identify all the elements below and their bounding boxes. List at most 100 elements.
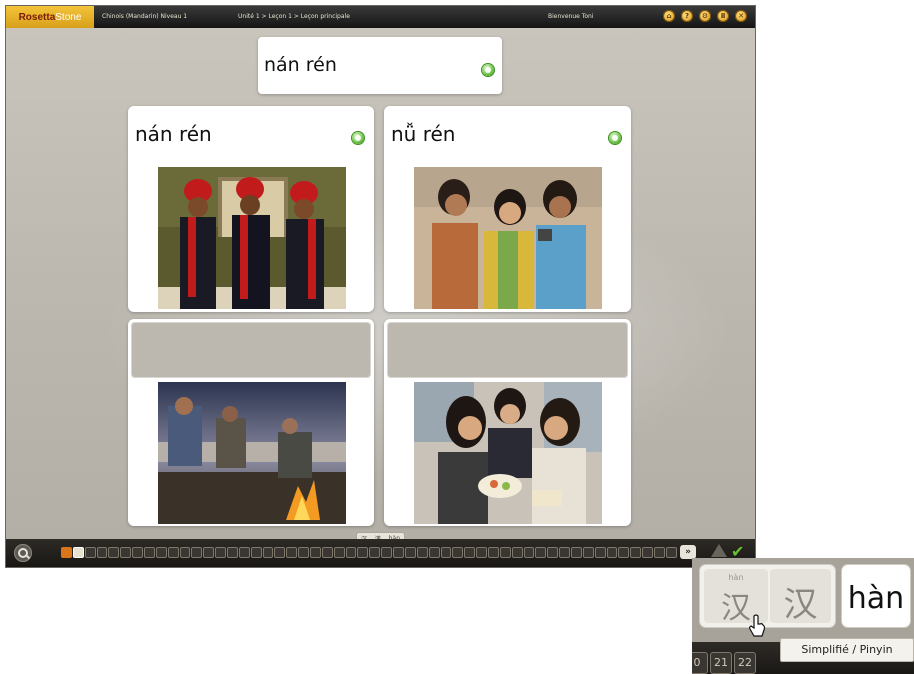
progress-box[interactable]: [476, 547, 487, 558]
blank-label-slot[interactable]: [131, 322, 371, 378]
pinyin-large-label: hàn: [847, 581, 905, 616]
progress-box[interactable]: [487, 547, 499, 558]
progress-box[interactable]: [594, 547, 606, 558]
progress-box[interactable]: [310, 547, 321, 558]
progress-box[interactable]: [333, 547, 345, 558]
zoom-icon[interactable]: [14, 544, 32, 562]
men-around-campfire-photo: [158, 382, 346, 524]
logo-text-stone: Stone: [55, 11, 82, 23]
zoom-inset: 0 21 22 hàn 汉 汉 hàn Simplifié / Pinyin: [692, 558, 914, 674]
progress-box[interactable]: 22: [734, 652, 756, 674]
hand-cursor-icon: [749, 614, 766, 637]
warning-icon[interactable]: [711, 544, 727, 557]
progress-box[interactable]: [559, 547, 570, 558]
rosetta-stone-logo: Rosetta Stone: [6, 6, 94, 28]
answer-card-1[interactable]: nán rén: [128, 106, 374, 312]
script-toggle-zoomed: hàn 汉 汉: [700, 565, 835, 627]
card-label: nǚ rén: [391, 122, 456, 146]
progress-box[interactable]: [570, 547, 582, 558]
traditional-option[interactable]: 汉: [770, 569, 831, 625]
progress-box[interactable]: [262, 547, 274, 558]
answer-card-3[interactable]: [128, 319, 374, 526]
answer-card-2[interactable]: nǚ rén: [384, 106, 631, 312]
progress-box[interactable]: 0: [692, 652, 708, 674]
progress-box[interactable]: [642, 547, 653, 558]
pause-icon[interactable]: Ⅱ: [717, 10, 729, 22]
top-icon-group: ⌂ ? ⚙ Ⅱ ✕: [663, 10, 747, 22]
progress-box[interactable]: [250, 547, 262, 558]
progress-box[interactable]: [547, 547, 559, 558]
welcome-text: Bienvenue Toni: [548, 13, 594, 20]
progress-box[interactable]: [203, 547, 215, 558]
progress-box[interactable]: [191, 547, 203, 558]
progress-box[interactable]: [428, 547, 440, 558]
progress-box[interactable]: [215, 547, 227, 558]
close-icon[interactable]: ✕: [735, 10, 747, 22]
progress-box[interactable]: [630, 547, 642, 558]
top-bar: Rosetta Stone Chinois (Mandarin) Niveau 1…: [6, 6, 755, 28]
progress-box[interactable]: [120, 547, 132, 558]
prompt-text: nán rén: [264, 54, 337, 76]
progress-box[interactable]: [179, 547, 191, 558]
progress-box[interactable]: [155, 547, 167, 558]
progress-box[interactable]: 21: [710, 652, 732, 674]
pinyin-small-label: hàn: [728, 573, 744, 582]
course-title: Chinois (Mandarin) Niveau 1: [102, 13, 188, 20]
progress-box[interactable]: [499, 547, 511, 558]
progress-box[interactable]: [132, 547, 144, 558]
speaker-icon[interactable]: [352, 132, 364, 144]
next-button[interactable]: »: [680, 545, 696, 559]
progress-track: [61, 547, 677, 559]
background: [6, 28, 755, 539]
tooltip: Simplifié / Pinyin: [780, 638, 914, 662]
card-label: nán rén: [135, 122, 212, 146]
traditional-character: 汉: [783, 585, 818, 625]
progress-box[interactable]: [357, 547, 369, 558]
answer-card-4[interactable]: [384, 319, 631, 526]
speaker-icon[interactable]: [609, 132, 621, 144]
progress-box[interactable]: [381, 547, 393, 558]
progress-box[interactable]: [108, 547, 120, 558]
pinyin-only-option[interactable]: hàn: [842, 565, 910, 627]
progress-box[interactable]: [274, 547, 286, 558]
blank-label-slot[interactable]: [387, 322, 628, 378]
breadcrumb[interactable]: Unité 1 > Leçon 1 > Leçon principale: [238, 13, 350, 20]
progress-box[interactable]: [298, 547, 310, 558]
progress-box[interactable]: [227, 547, 238, 558]
help-icon[interactable]: ?: [681, 10, 693, 22]
settings-icon[interactable]: ⚙: [699, 10, 711, 22]
progress-box[interactable]: [440, 547, 452, 558]
speaker-icon[interactable]: [482, 64, 494, 76]
progress-box[interactable]: [61, 547, 72, 558]
progress-box[interactable]: [393, 547, 404, 558]
progress-box[interactable]: [72, 547, 84, 558]
women-taking-selfie-photo: [414, 167, 602, 309]
progress-box[interactable]: [511, 547, 523, 558]
bottom-bar: » ✔: [6, 539, 755, 567]
progress-box[interactable]: [653, 547, 665, 558]
progress-box[interactable]: [582, 547, 594, 558]
progress-box[interactable]: [404, 547, 416, 558]
progress-box[interactable]: [523, 547, 535, 558]
progress-box[interactable]: [535, 547, 547, 558]
men-in-red-turbans-photo: [158, 167, 346, 309]
progress-box[interactable]: [618, 547, 630, 558]
progress-box[interactable]: [286, 547, 298, 558]
prompt-card: nán rén: [258, 37, 502, 94]
home-icon[interactable]: ⌂: [663, 10, 675, 22]
logo-text-rosetta: Rosetta: [18, 11, 56, 23]
progress-box[interactable]: [144, 547, 155, 558]
progress-box[interactable]: [96, 547, 108, 558]
progress-box[interactable]: [464, 547, 476, 558]
progress-box[interactable]: [606, 547, 618, 558]
progress-box[interactable]: [84, 547, 96, 558]
progress-box[interactable]: [238, 547, 250, 558]
progress-box[interactable]: [345, 547, 357, 558]
progress-box[interactable]: [416, 547, 428, 558]
progress-box[interactable]: [665, 547, 677, 558]
progress-box[interactable]: [452, 547, 464, 558]
progress-box[interactable]: [369, 547, 381, 558]
app-window: Rosetta Stone Chinois (Mandarin) Niveau 1…: [6, 6, 755, 567]
progress-box[interactable]: [167, 547, 179, 558]
progress-box[interactable]: [321, 547, 333, 558]
